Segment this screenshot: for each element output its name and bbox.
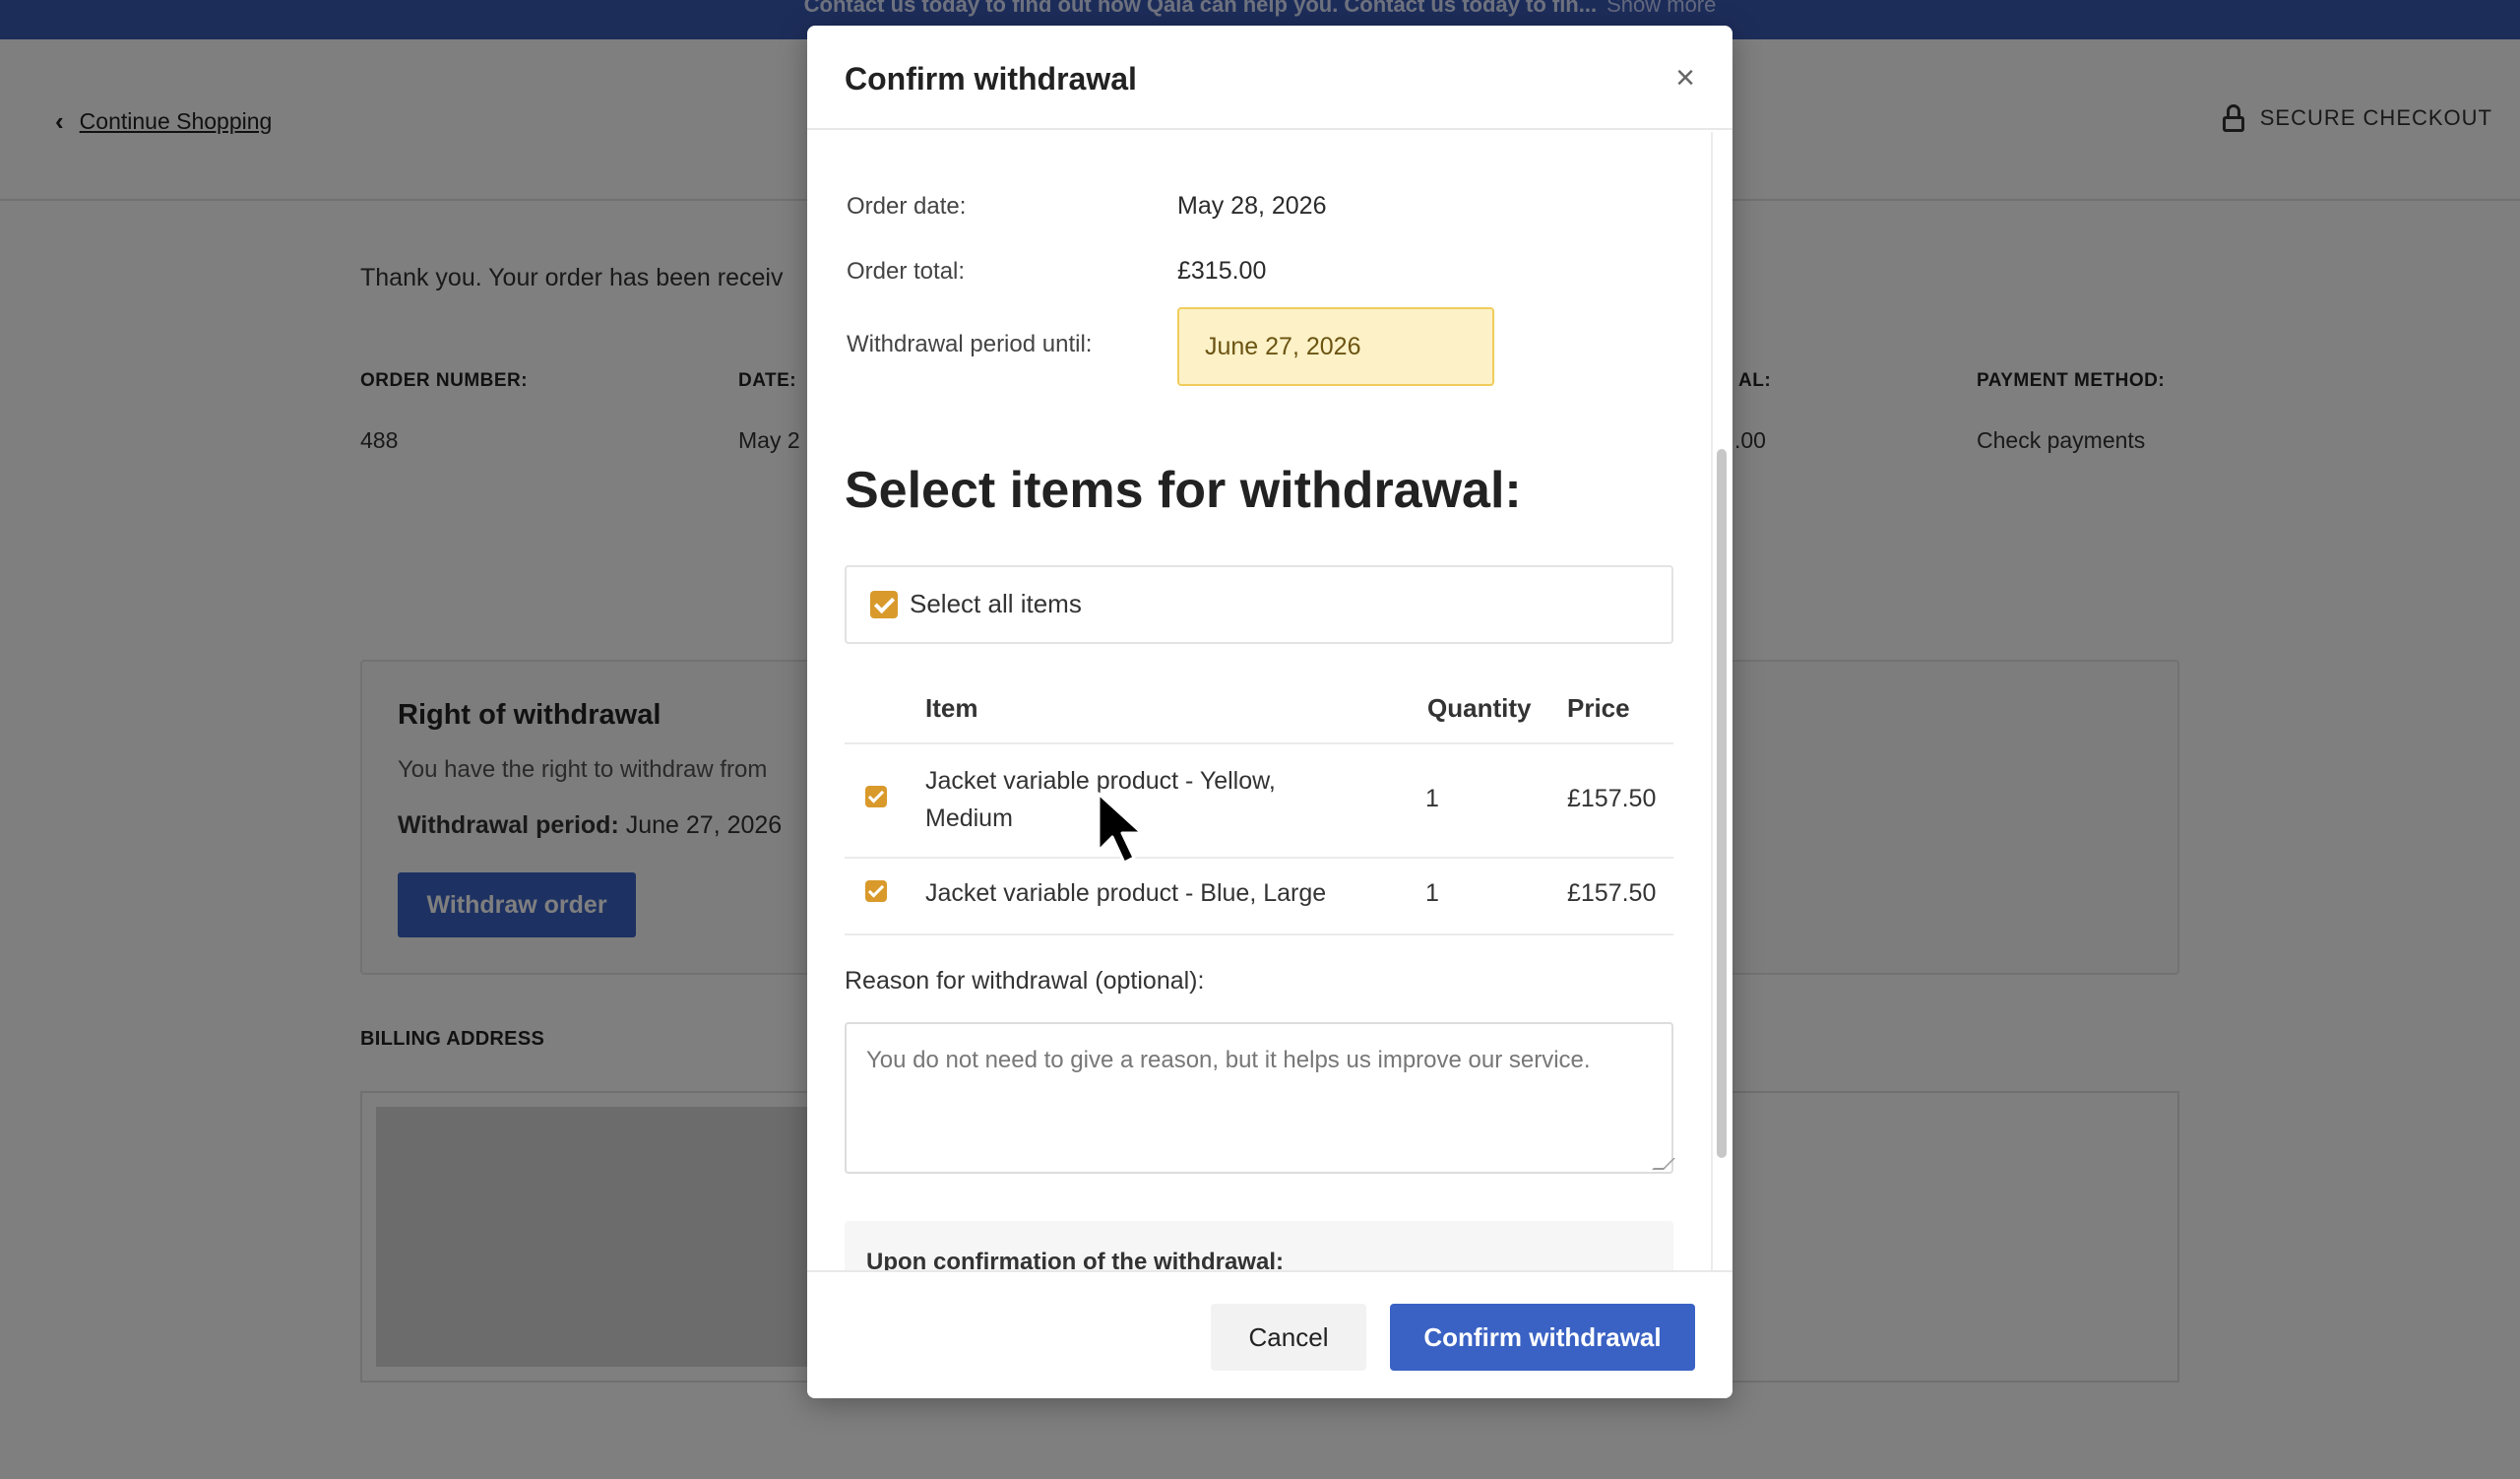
withdrawal-period-until-label: Withdrawal period until:: [847, 331, 1093, 357]
withdrawal-period-until-value: June 27, 2026: [1177, 307, 1494, 386]
close-icon[interactable]: ×: [1670, 61, 1701, 95]
mouse-cursor-icon: [1097, 792, 1144, 865]
cancel-button[interactable]: Cancel: [1211, 1304, 1366, 1371]
dialog-body[interactable]: Order date: May 28, 2026 Order total: £3…: [807, 132, 1711, 1270]
item-quantity: 1: [1425, 785, 1439, 812]
upon-confirmation-label: Upon confirmation of the withdrawal:: [866, 1249, 1284, 1270]
confirm-withdrawal-dialog: Confirm withdrawal × Order date: May 28,…: [807, 26, 1732, 1398]
reason-textarea[interactable]: [845, 1022, 1673, 1174]
scrollbar-track[interactable]: [1711, 132, 1713, 1270]
table-divider: [845, 933, 1673, 935]
order-total-value: £315.00: [1177, 257, 1267, 285]
item-checkbox[interactable]: [865, 786, 887, 807]
order-total-label: Order total:: [847, 258, 966, 285]
confirm-withdrawal-button[interactable]: Confirm withdrawal: [1390, 1304, 1695, 1371]
dialog-title: Confirm withdrawal: [845, 61, 1137, 96]
order-date-value: May 28, 2026: [1177, 192, 1327, 220]
table-divider: [845, 742, 1673, 744]
reason-label: Reason for withdrawal (optional):: [845, 967, 1205, 995]
order-date-label: Order date:: [847, 193, 967, 220]
item-price: £157.50: [1567, 879, 1657, 907]
dialog-footer: Cancel Confirm withdrawal: [807, 1270, 1732, 1398]
dialog-header: Confirm withdrawal ×: [807, 26, 1732, 130]
column-header-item: Item: [925, 693, 978, 723]
item-checkbox[interactable]: [865, 880, 887, 902]
item-price: £157.50: [1567, 785, 1657, 812]
select-all-checkbox[interactable]: [870, 591, 898, 618]
select-items-heading: Select items for withdrawal:: [845, 462, 1522, 519]
table-divider: [845, 857, 1673, 859]
item-name: Jacket variable product - Blue, Large: [925, 879, 1327, 907]
column-header-price: Price: [1567, 693, 1630, 723]
column-header-quantity: Quantity: [1427, 693, 1532, 723]
scrollbar-thumb[interactable]: [1717, 449, 1727, 1158]
item-quantity: 1: [1425, 879, 1439, 907]
select-all-label[interactable]: Select all items: [910, 589, 1082, 619]
